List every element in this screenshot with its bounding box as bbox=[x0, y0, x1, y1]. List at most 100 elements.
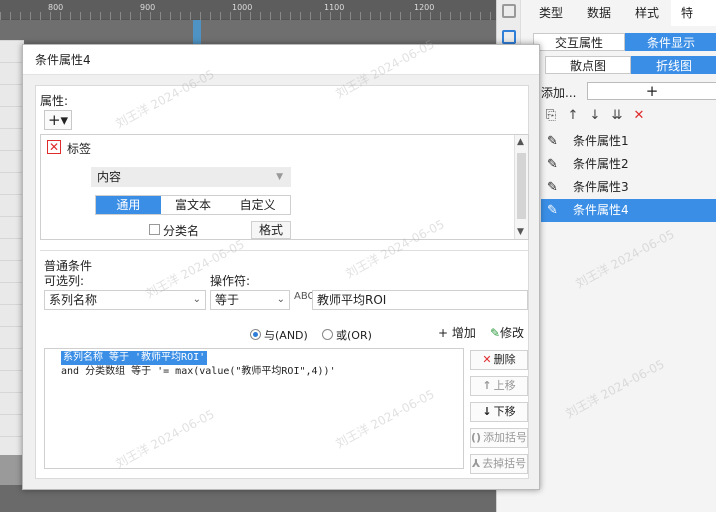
remove-paren-label: 去掉括号 bbox=[482, 457, 527, 470]
content-select-value: 内容 bbox=[97, 170, 122, 184]
edit-icon: ✎ bbox=[489, 326, 501, 340]
edit-pen-icon: ✎ bbox=[547, 157, 558, 172]
panel-tabs: 类型 数据 样式 特 bbox=[527, 0, 716, 26]
ruler-label: 1100 bbox=[324, 3, 345, 12]
category-label: 分类名 bbox=[163, 224, 200, 238]
add-condition-button[interactable]: + bbox=[587, 82, 716, 100]
arrow-down-icon: ↓ bbox=[482, 405, 492, 418]
list-item[interactable]: ✎ 条件属性2 bbox=[541, 153, 716, 176]
delete-label: 删除 bbox=[493, 353, 516, 366]
add-condition-button[interactable]: + 增加 bbox=[434, 323, 480, 343]
and-label: 与(AND) bbox=[264, 329, 308, 342]
ruler-label: 1000 bbox=[232, 3, 253, 12]
attribute-label: 属性: bbox=[40, 94, 69, 108]
column-select[interactable]: 系列名称 ⌄ bbox=[44, 290, 206, 310]
edit-label: 修改 bbox=[500, 326, 525, 340]
chart-settings-icon[interactable] bbox=[502, 30, 516, 44]
list-item[interactable]: ✎ 条件属性4 bbox=[541, 199, 716, 222]
move-up-icon[interactable]: ↑ bbox=[567, 108, 579, 126]
add-attribute-button[interactable]: +▾ bbox=[44, 110, 72, 130]
scroll-thumb[interactable] bbox=[517, 153, 526, 219]
chevron-down-icon: ⌄ bbox=[192, 294, 201, 305]
tab-interaction[interactable]: 交互属性 bbox=[533, 33, 625, 51]
panel-subtabs: 交互属性 条件显示 bbox=[533, 33, 716, 51]
move-bottom-icon[interactable]: ⇊ bbox=[611, 108, 623, 126]
list-item[interactable]: ✎ 条件属性1 bbox=[541, 130, 716, 153]
copy-icon[interactable]: ⎘ bbox=[545, 108, 557, 126]
condition-list: ✎ 条件属性1 ✎ 条件属性2 ✎ 条件属性3 ✎ 条件属性4 bbox=[541, 130, 716, 222]
value-input[interactable]: 教师平均ROI bbox=[312, 290, 528, 310]
chart-type-tabs: 散点图 折线图 bbox=[545, 56, 716, 74]
edit-pen-icon: ✎ bbox=[547, 180, 558, 195]
condition-line-selected[interactable]: 系列名称 等于 '教师平均ROI' bbox=[61, 351, 208, 365]
list-toolbar: ⎘ ↑ ↓ ⇊ ✕ bbox=[545, 108, 645, 126]
format-tabs: 通用 富文本 自定义 bbox=[95, 195, 291, 215]
remove-parenthesis-button[interactable]: ⅄ 去掉括号 bbox=[470, 454, 528, 474]
tab-rich-text[interactable]: 富文本 bbox=[161, 196, 226, 214]
condition-attribute-dialog: 条件属性4 属性: +▾ ✕ 标签 内容 ▼ 通用 富文本 自定义 分类名 格式… bbox=[22, 44, 540, 490]
condition-line[interactable]: and 分类数组 等于 '= max(value("教师平均ROI",4))' bbox=[61, 365, 447, 379]
list-item-label: 条件属性1 bbox=[573, 134, 629, 148]
plus-icon: + bbox=[438, 326, 452, 340]
tab-scatter[interactable]: 散点图 bbox=[545, 56, 631, 74]
ruler-label: 1200 bbox=[414, 3, 435, 12]
remove-parenthesis-icon: ⅄ bbox=[471, 457, 481, 470]
category-checkbox[interactable] bbox=[149, 224, 160, 235]
list-item-label: 条件属性4 bbox=[573, 203, 629, 217]
chevron-down-icon: ▼ bbox=[276, 172, 283, 182]
scroll-down-icon[interactable]: ▼ bbox=[517, 227, 524, 237]
delete-icon[interactable]: ✕ bbox=[633, 108, 645, 126]
edit-pen-icon: ✎ bbox=[547, 203, 558, 218]
tab-data[interactable]: 数据 bbox=[575, 0, 623, 26]
dialog-title: 条件属性4 bbox=[23, 45, 539, 75]
list-item[interactable]: ✎ 条件属性3 bbox=[541, 176, 716, 199]
scroll-up-icon[interactable]: ▲ bbox=[517, 137, 524, 147]
tab-custom[interactable]: 自定义 bbox=[225, 196, 290, 214]
add-row: 添加... + bbox=[541, 82, 716, 100]
remove-tag-icon[interactable]: ✕ bbox=[47, 140, 61, 154]
ruler-ticks bbox=[0, 12, 496, 20]
list-item-label: 条件属性2 bbox=[573, 157, 629, 171]
column-select-value: 系列名称 bbox=[49, 293, 98, 307]
ruler-label: 800 bbox=[48, 3, 64, 12]
vertical-scrollbar[interactable]: ▲ ▼ bbox=[514, 135, 528, 239]
content-select[interactable]: 内容 ▼ bbox=[91, 167, 291, 187]
tab-general[interactable]: 通用 bbox=[96, 196, 161, 214]
condition-list-text[interactable]: 系列名称 等于 '教师平均ROI' and 分类数组 等于 '= max(val… bbox=[44, 348, 464, 469]
attribute-box: ✕ 标签 内容 ▼ 通用 富文本 自定义 分类名 格式 ▲ ▼ bbox=[40, 134, 529, 240]
component-icon[interactable] bbox=[502, 4, 516, 18]
tab-line[interactable]: 折线图 bbox=[631, 56, 716, 74]
move-up-button[interactable]: ↑ 上移 bbox=[470, 376, 528, 396]
or-label: 或(OR) bbox=[336, 329, 372, 342]
or-radio[interactable] bbox=[322, 329, 333, 340]
tab-condition-display[interactable]: 条件显示 bbox=[625, 33, 716, 51]
move-up-label: 上移 bbox=[493, 379, 516, 392]
move-down-button[interactable]: ↓ 下移 bbox=[470, 402, 528, 422]
arrow-up-icon: ↑ bbox=[482, 379, 492, 392]
ruler-marker bbox=[193, 20, 201, 44]
column-label: 可选列: bbox=[44, 274, 85, 288]
tab-type[interactable]: 类型 bbox=[527, 0, 575, 26]
list-item-label: 条件属性3 bbox=[573, 180, 629, 194]
normal-condition-group: 普通条件 可选列: 操作符: 系列名称 ⌄ 等于 ⌄ ABC 教师平均ROI 与… bbox=[40, 250, 529, 476]
add-label: 添加... bbox=[541, 86, 577, 100]
add-label: 增加 bbox=[451, 326, 476, 340]
move-down-label: 下移 bbox=[493, 405, 516, 418]
row-header-strip bbox=[0, 40, 24, 510]
tab-special[interactable]: 特 bbox=[671, 0, 716, 26]
edit-condition-button[interactable]: ✎修改 bbox=[484, 323, 530, 343]
add-parenthesis-button[interactable]: () 添加括号 bbox=[470, 428, 528, 448]
edit-pen-icon: ✎ bbox=[547, 134, 558, 149]
operator-select[interactable]: 等于 ⌄ bbox=[210, 290, 290, 310]
operator-label: 操作符: bbox=[210, 274, 251, 288]
operator-select-value: 等于 bbox=[215, 293, 240, 307]
move-down-icon[interactable]: ↓ bbox=[589, 108, 601, 126]
format-button[interactable]: 格式 bbox=[251, 221, 291, 239]
tag-label: 标签 bbox=[67, 142, 92, 156]
tab-style[interactable]: 样式 bbox=[623, 0, 671, 26]
and-radio[interactable] bbox=[250, 329, 261, 340]
ruler-label: 900 bbox=[140, 3, 156, 12]
delete-button[interactable]: ✕ 删除 bbox=[470, 350, 528, 370]
add-paren-label: 添加括号 bbox=[483, 431, 528, 444]
close-icon: ✕ bbox=[482, 353, 492, 366]
